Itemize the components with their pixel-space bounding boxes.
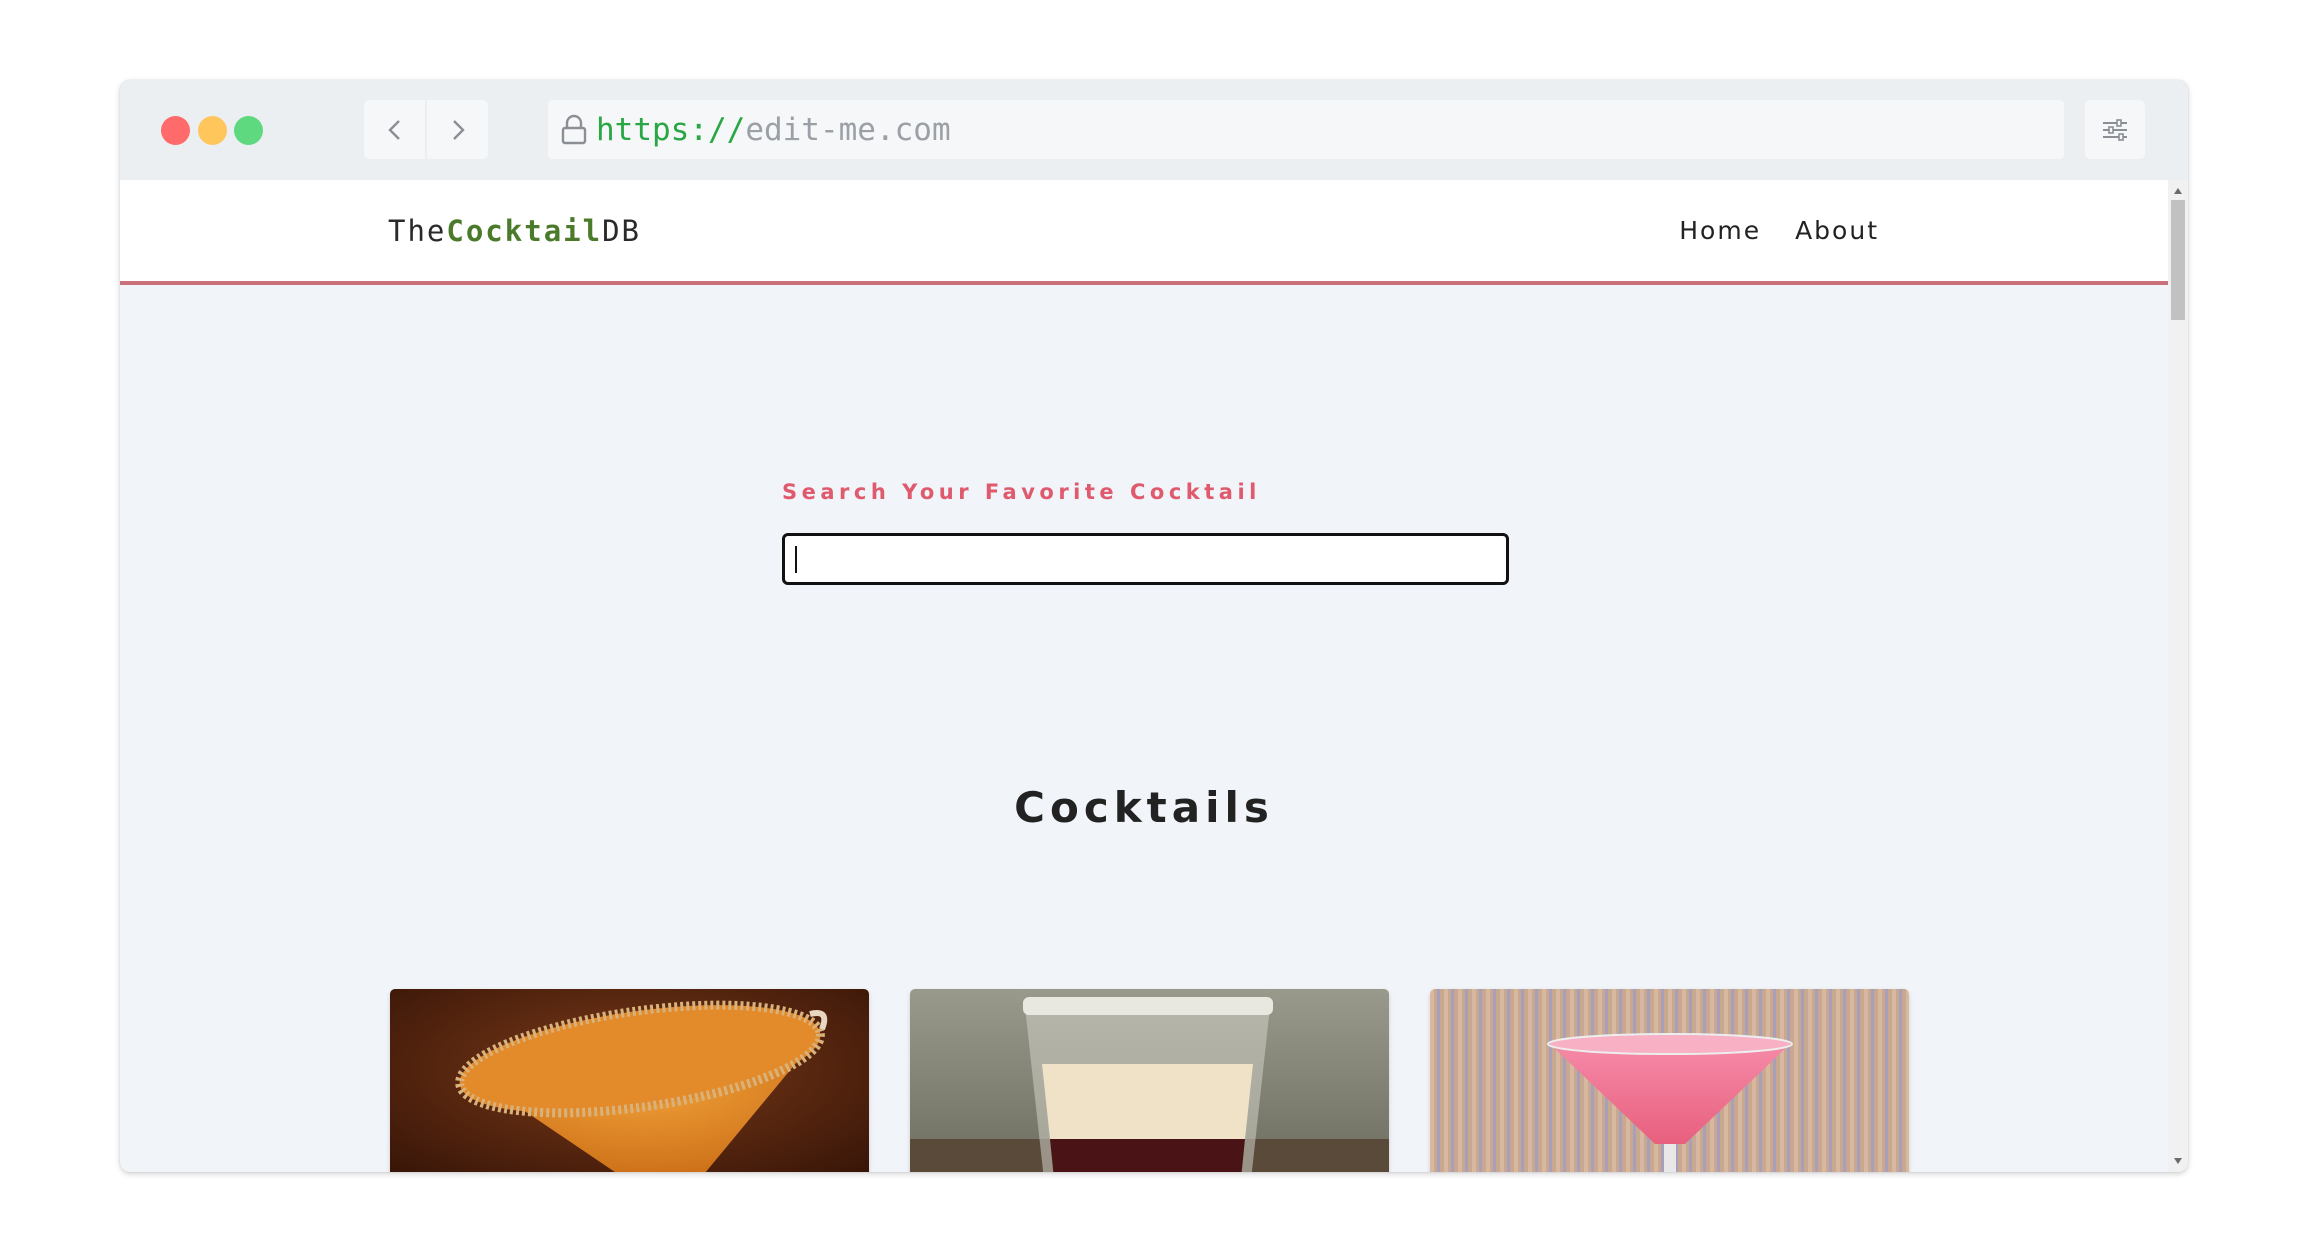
browser-settings-button[interactable] (2085, 100, 2145, 159)
forward-button[interactable] (427, 100, 488, 159)
nav-links: Home About (1679, 216, 1879, 245)
browser-window: https://edit-me.com TheCocktailDB Home A… (120, 80, 2188, 1172)
logo-brand: Cocktail (446, 214, 603, 248)
minimize-window-button[interactable] (198, 116, 227, 145)
logo-suffix: DB (602, 214, 641, 248)
text-caret (795, 546, 797, 573)
search-input[interactable] (782, 533, 1509, 585)
cocktail-image (390, 989, 869, 1172)
nav-home-link[interactable]: Home (1679, 216, 1761, 245)
site-navbar: TheCocktailDB Home About (120, 180, 2168, 285)
maximize-window-button[interactable] (234, 116, 263, 145)
cocktail-card[interactable] (390, 989, 869, 1172)
url-scheme: https:// (596, 111, 746, 148)
site-logo[interactable]: TheCocktailDB (388, 214, 641, 248)
cocktail-image (910, 989, 1389, 1172)
nav-about-link[interactable]: About (1795, 216, 1879, 245)
logo-prefix: The (388, 214, 447, 248)
section-title: Cocktails (1014, 783, 1274, 832)
scroll-up-arrow[interactable] (2174, 188, 2182, 194)
back-button[interactable] (364, 100, 425, 159)
cocktail-card[interactable] (910, 989, 1389, 1172)
browser-titlebar: https://edit-me.com (120, 80, 2188, 180)
search-label: Search Your Favorite Cocktail (782, 480, 1261, 504)
scroll-down-arrow[interactable] (2174, 1158, 2182, 1164)
chevron-left-icon (387, 119, 400, 140)
chevron-right-icon (452, 119, 465, 140)
lock-icon (560, 114, 588, 146)
address-bar[interactable]: https://edit-me.com (548, 100, 2064, 159)
url-host: edit-me.com (745, 111, 951, 148)
close-window-button[interactable] (161, 116, 190, 145)
cocktail-image (1430, 989, 1909, 1172)
scroll-thumb[interactable] (2171, 200, 2185, 320)
page-scrollbar[interactable] (2168, 180, 2188, 1172)
cocktail-card[interactable] (1430, 989, 1909, 1172)
settings-sliders-icon (2103, 118, 2127, 141)
page-viewport: TheCocktailDB Home About Search Your Fav… (120, 180, 2188, 1172)
